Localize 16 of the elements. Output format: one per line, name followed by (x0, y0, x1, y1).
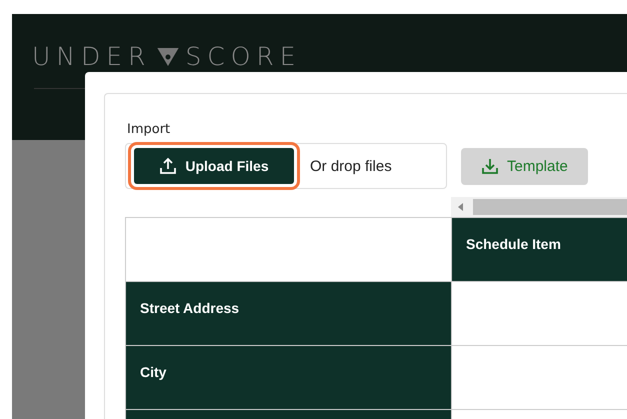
import-label: Import (127, 122, 172, 137)
template-button[interactable]: Template (461, 148, 588, 184)
column-header: Schedule Item (452, 218, 627, 282)
horizontal-scrollbar[interactable] (451, 197, 627, 217)
drop-zone[interactable]: Upload Files Or drop files (125, 143, 447, 189)
logo-text: SCORE (185, 44, 302, 70)
logo-text: UNDER (32, 44, 152, 70)
logo-triangle-icon (157, 48, 180, 66)
drop-hint: Or drop files (310, 158, 392, 174)
download-icon (481, 157, 499, 175)
row-header: City (126, 346, 452, 410)
scrollbar-thumb[interactable] (473, 199, 627, 215)
scroll-left-icon[interactable] (457, 202, 465, 212)
upload-files-button[interactable]: Upload Files (128, 142, 300, 190)
row-header: Street Address (126, 282, 452, 346)
upload-icon (159, 157, 178, 175)
